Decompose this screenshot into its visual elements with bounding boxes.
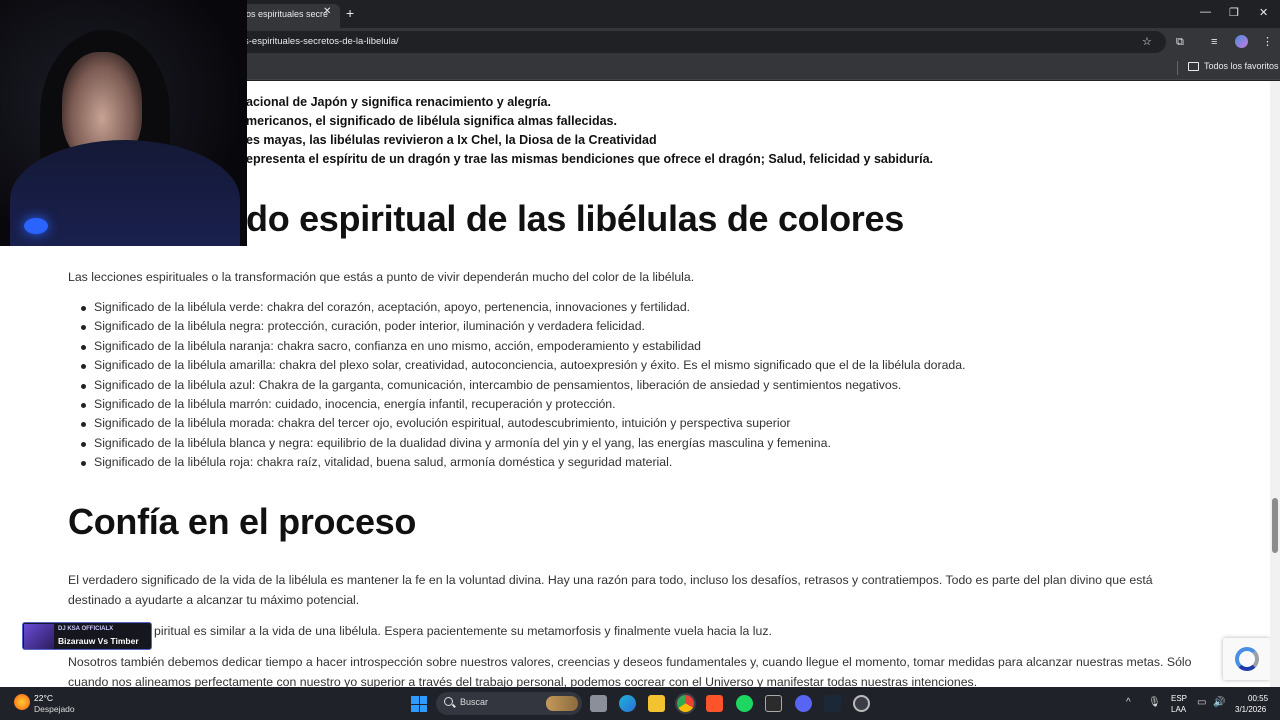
brave-icon[interactable] bbox=[706, 695, 723, 712]
heading-colors: do espiritual de las libélulas de colore… bbox=[246, 198, 904, 239]
search-icon bbox=[444, 697, 453, 706]
list-item: Significado de la libélula marrón: cuida… bbox=[78, 395, 966, 414]
taskbar-search[interactable]: Buscar bbox=[436, 692, 582, 715]
clock-date[interactable]: 3/1/2026 bbox=[1235, 705, 1266, 714]
now-playing-widget: DJ KSA OFFICIALX Bizarauw Vs Timber bbox=[22, 622, 152, 650]
network-icon[interactable]: ▭ bbox=[1197, 697, 1206, 708]
list-item: Significado de la libélula naranja: chak… bbox=[78, 337, 966, 356]
bold-line-3: es mayas, las libélulas revivieron a Ix … bbox=[246, 133, 657, 147]
webcam-light bbox=[24, 218, 48, 234]
recaptcha-icon bbox=[1235, 647, 1259, 671]
microphone-icon[interactable]: 🎙 bbox=[1148, 697, 1161, 708]
heading-process: Confía en el proceso bbox=[68, 501, 417, 542]
obs-icon[interactable] bbox=[853, 695, 870, 712]
extensions-icon[interactable]: ⧉ bbox=[1176, 35, 1184, 49]
list-item: Significado de la libélula negra: protec… bbox=[78, 317, 966, 336]
bookmark-star-icon[interactable]: ☆ bbox=[1142, 35, 1152, 49]
reading-list-icon[interactable]: ≡ bbox=[1211, 35, 1217, 49]
bold-line-4: epresenta el espíritu de un dragón y tra… bbox=[246, 152, 934, 166]
list-item: Significado de la libélula amarilla: cha… bbox=[78, 356, 966, 375]
address-bar[interactable]: s-espirituales-secretos-de-la-libelula/ bbox=[236, 31, 1166, 53]
webcam-overlay bbox=[0, 0, 247, 246]
url-text: s-espirituales-secretos-de-la-libelula/ bbox=[244, 36, 399, 47]
process-paragraph-3: Nosotros también debemos dedicar tiempo … bbox=[68, 655, 1192, 687]
volume-icon[interactable]: 🔊 bbox=[1213, 697, 1225, 708]
language-indicator-line2[interactable]: LAA bbox=[1171, 705, 1186, 714]
spotify-icon[interactable] bbox=[736, 695, 753, 712]
process-paragraph-2: piritual es similar a la vida de una lib… bbox=[154, 624, 772, 638]
chrome-icon[interactable] bbox=[677, 695, 694, 712]
tab-close-icon[interactable]: ✕ bbox=[323, 6, 331, 17]
folder-icon[interactable] bbox=[1188, 62, 1199, 71]
intro-paragraph: Las lecciones espirituales o la transfor… bbox=[68, 270, 695, 284]
steam-icon[interactable] bbox=[824, 695, 841, 712]
search-label: Buscar bbox=[460, 697, 489, 707]
now-playing-artist: DJ KSA OFFICIALX bbox=[58, 626, 114, 632]
list-item: Significado de la libélula morada: chakr… bbox=[78, 414, 966, 433]
album-art bbox=[24, 624, 54, 649]
new-tab-icon[interactable]: + bbox=[346, 5, 354, 21]
recaptcha-badge[interactable] bbox=[1223, 638, 1270, 680]
start-button-icon[interactable] bbox=[411, 696, 427, 712]
discord-icon[interactable] bbox=[795, 695, 812, 712]
tab-title: os espirituales secre bbox=[246, 9, 329, 19]
window-close-icon[interactable]: ✕ bbox=[1259, 6, 1268, 19]
color-meanings-list: Significado de la libélula verde: chakra… bbox=[78, 298, 966, 473]
minimize-icon[interactable]: — bbox=[1200, 6, 1211, 18]
profile-avatar-icon[interactable] bbox=[1235, 35, 1248, 48]
bold-line-1: acional de Japón y significa renacimient… bbox=[246, 95, 551, 109]
process-paragraph-1: El verdadero significado de la vida de l… bbox=[68, 573, 1153, 607]
clock-time[interactable]: 00:55 bbox=[1248, 694, 1268, 703]
file-explorer-icon[interactable] bbox=[648, 695, 665, 712]
list-item: Significado de la libélula azul: Chakra … bbox=[78, 376, 966, 395]
language-indicator-line1[interactable]: ESP bbox=[1171, 694, 1187, 703]
taskbar: 22°C Despejado Buscar ^ 🎙 ESP LAA ▭ 🔊 00… bbox=[0, 687, 1280, 720]
weather-temperature[interactable]: 22°C bbox=[34, 693, 53, 703]
weather-icon[interactable] bbox=[14, 694, 30, 710]
edge-icon[interactable] bbox=[619, 695, 636, 712]
scrollbar-thumb[interactable] bbox=[1272, 498, 1278, 553]
bookmarks-separator bbox=[1177, 61, 1178, 75]
tray-chevron-icon[interactable]: ^ bbox=[1126, 697, 1131, 708]
list-item: Significado de la libélula blanca y negr… bbox=[78, 434, 966, 453]
restore-icon[interactable]: ❐ bbox=[1229, 6, 1239, 19]
menu-kebab-icon[interactable]: ⋮ bbox=[1262, 35, 1273, 49]
search-highlight-icon bbox=[546, 696, 578, 711]
bold-line-2: mericanos, el significado de libélula si… bbox=[246, 114, 617, 128]
epic-games-icon[interactable] bbox=[765, 695, 782, 712]
list-item: Significado de la libélula roja: chakra … bbox=[78, 453, 966, 472]
all-bookmarks-label[interactable]: Todos los favoritos bbox=[1204, 61, 1279, 71]
list-item: Significado de la libélula verde: chakra… bbox=[78, 298, 966, 317]
now-playing-track: Bizarauw Vs Timber bbox=[58, 636, 139, 646]
weather-condition[interactable]: Despejado bbox=[34, 704, 75, 714]
task-view-icon[interactable] bbox=[590, 695, 607, 712]
page-scrollbar[interactable] bbox=[1270, 81, 1280, 687]
